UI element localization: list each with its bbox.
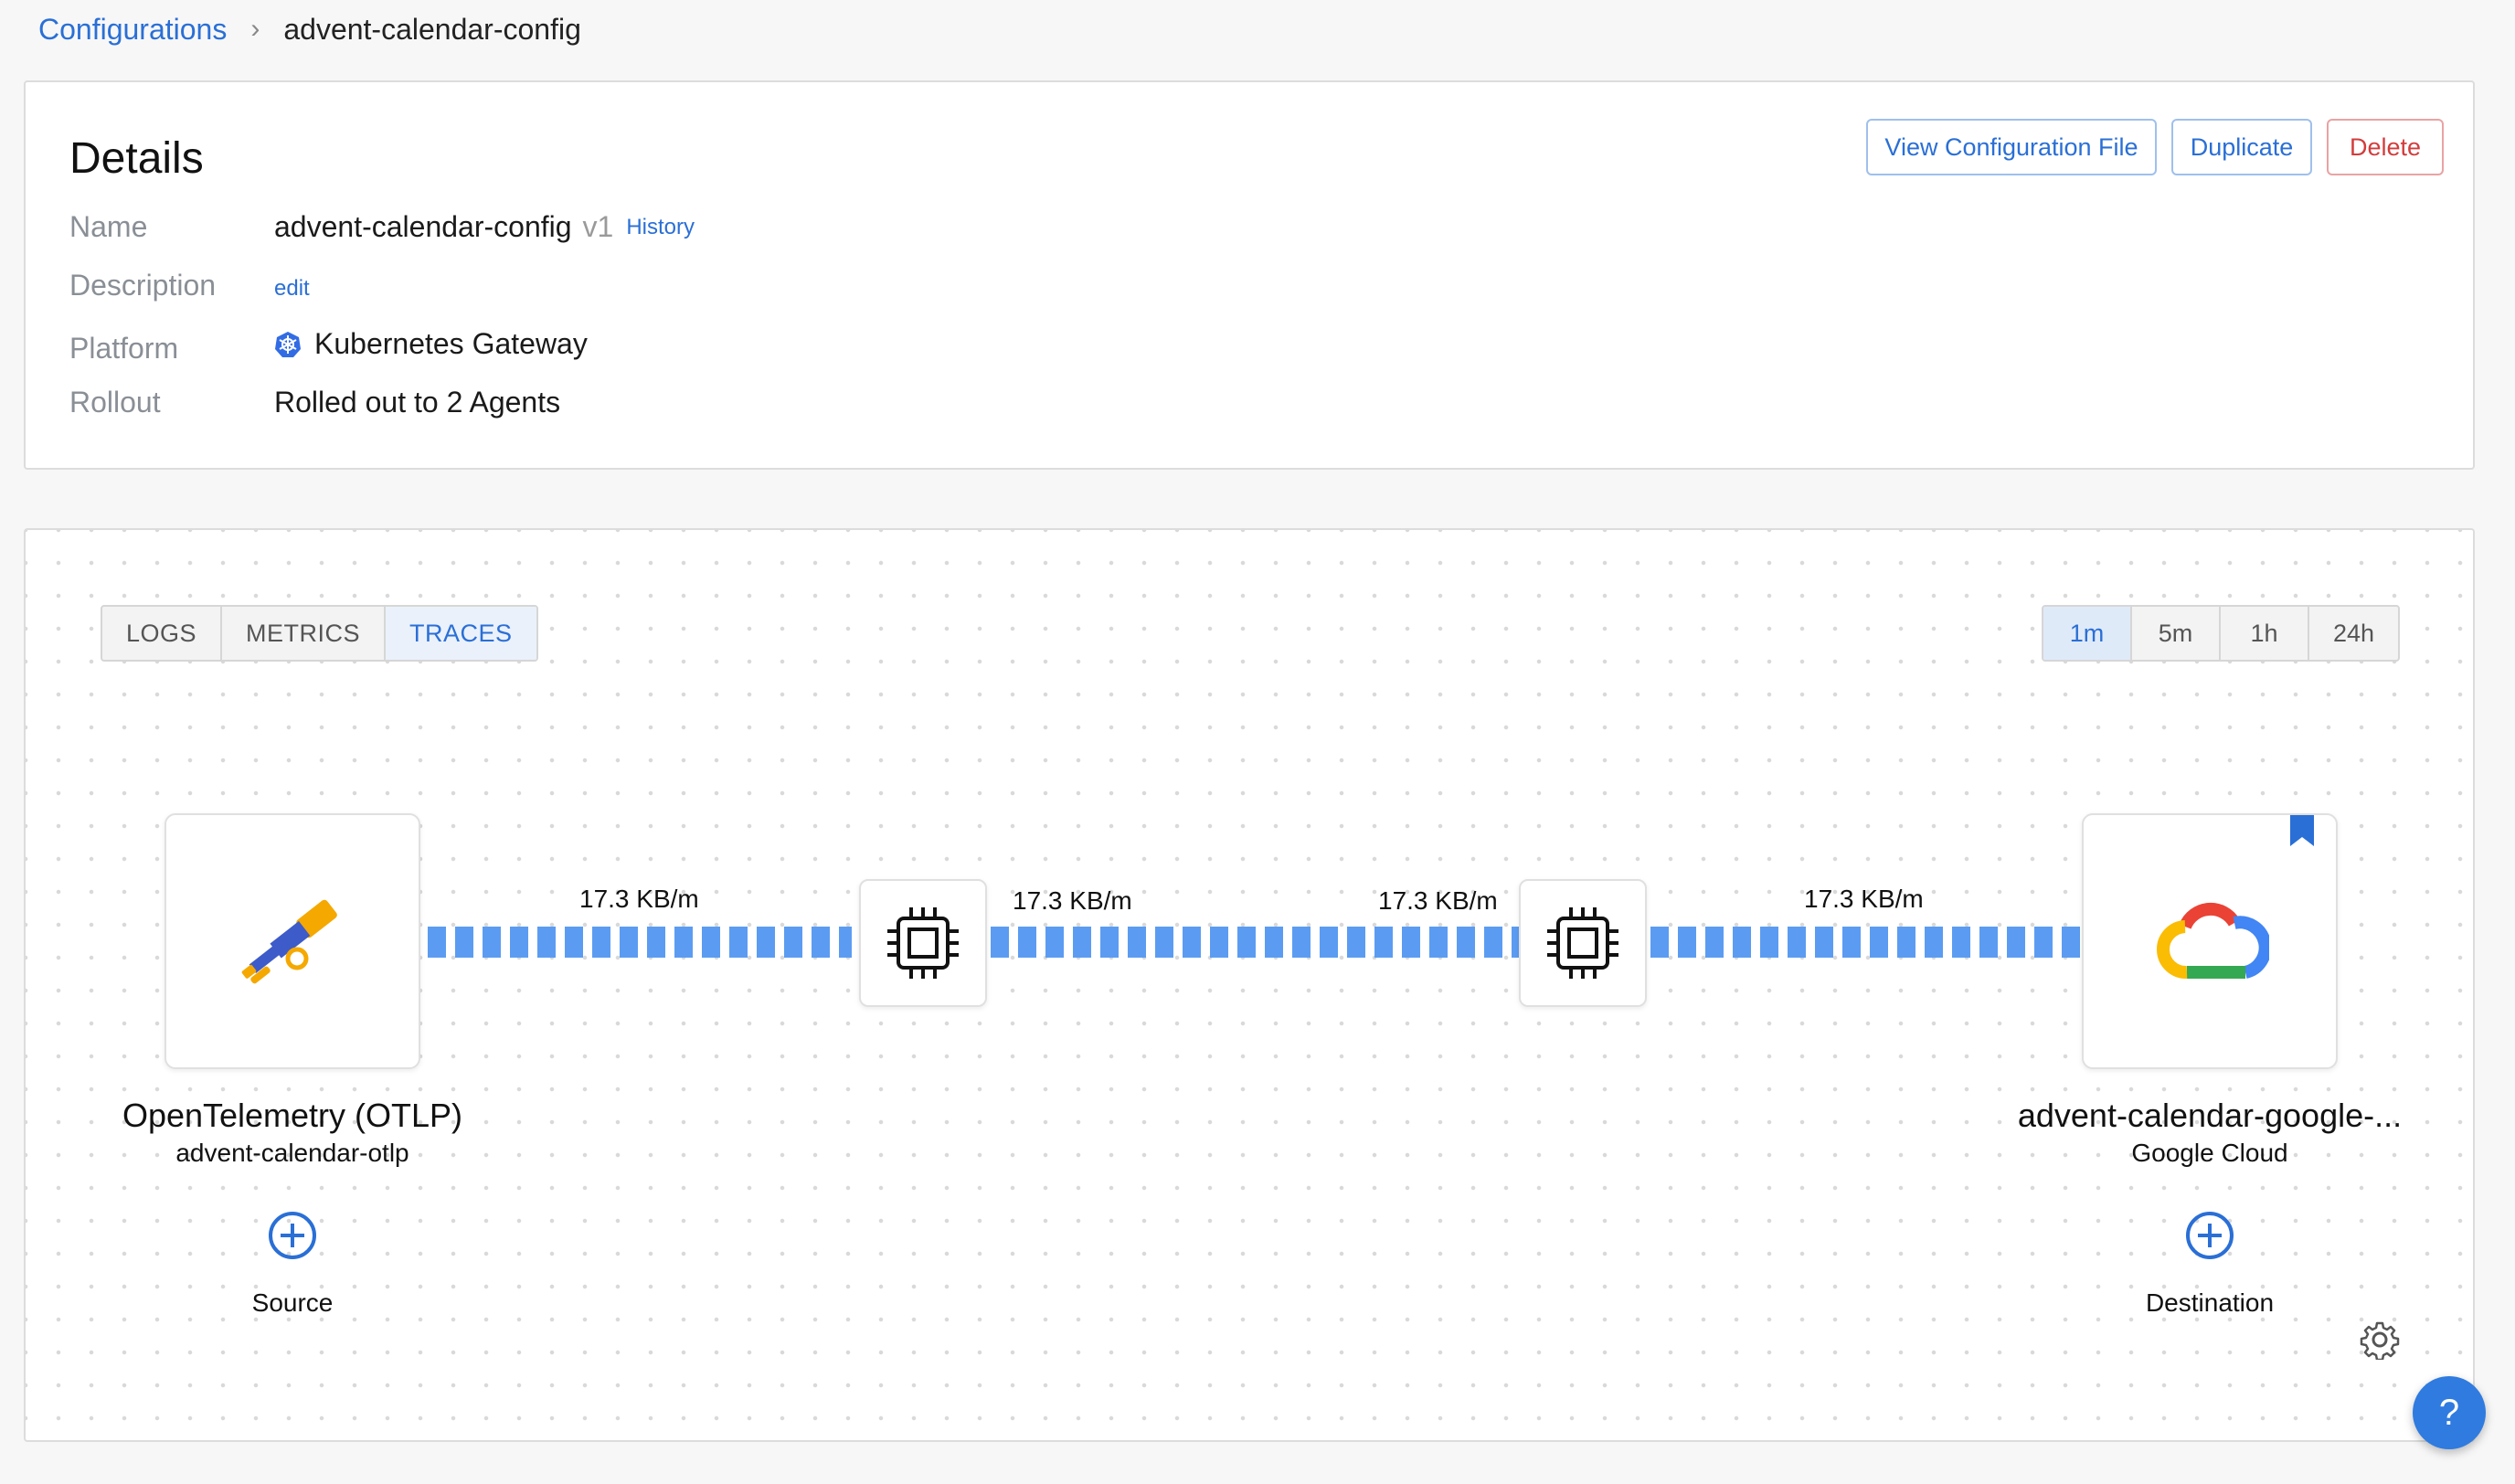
- add-destination-button[interactable]: [2186, 1212, 2234, 1259]
- add-source-button[interactable]: [269, 1212, 316, 1259]
- destination-title: advent-calendar-google-...: [2017, 1097, 2403, 1134]
- detail-row-name: Name advent-calendar-config v1 History: [69, 210, 695, 244]
- details-title: Details: [69, 134, 204, 183]
- bookmark-icon: [2290, 815, 2314, 846]
- edge-processor-to-processor: [991, 927, 1535, 958]
- pipeline-graph-card: LOGS METRICS TRACES 1m 5m 1h 24h 17.3 KB…: [24, 528, 2475, 1442]
- breadcrumb-configurations-link[interactable]: Configurations: [38, 13, 227, 47]
- view-configuration-file-button[interactable]: View Configuration File: [1866, 119, 2157, 175]
- gear-icon[interactable]: [2360, 1320, 2400, 1360]
- description-edit-link[interactable]: edit: [274, 276, 310, 302]
- kubernetes-icon: [275, 331, 301, 357]
- add-destination-label: Destination: [2145, 1288, 2275, 1317]
- duplicate-button[interactable]: Duplicate: [2171, 119, 2312, 175]
- name-label: Name: [69, 210, 148, 243]
- processor-node[interactable]: [1519, 879, 1647, 1007]
- description-label: Description: [69, 269, 217, 302]
- platform-value-group: Kubernetes Gateway: [274, 327, 588, 361]
- help-button[interactable]: ?: [2413, 1376, 2486, 1449]
- breadcrumb: Configurations › advent-calendar-config: [38, 9, 581, 49]
- chevron-right-icon: ›: [250, 14, 260, 44]
- edge-source-to-processor: [428, 927, 852, 958]
- google-cloud-icon: [2157, 902, 2269, 979]
- period-toggle: 1m 5m 1h 24h: [2042, 605, 2400, 662]
- detail-row-description: Description edit: [69, 269, 310, 302]
- processor-node[interactable]: [859, 879, 987, 1007]
- source-node[interactable]: [164, 813, 420, 1069]
- rollout-label: Rollout: [69, 386, 161, 419]
- name-value-group: advent-calendar-config v1 History: [274, 210, 695, 244]
- tab-traces[interactable]: TRACES: [386, 607, 536, 660]
- source-title: OpenTelemetry (OTLP): [122, 1097, 463, 1134]
- edge-processor-to-destination: [1650, 927, 2104, 958]
- platform-label: Platform: [69, 331, 179, 365]
- tab-metrics[interactable]: METRICS: [222, 607, 387, 660]
- platform-value: Kubernetes Gateway: [314, 327, 588, 360]
- description-value-group: edit: [274, 276, 310, 302]
- telescope-icon: [241, 899, 337, 984]
- add-source-label: Source: [251, 1288, 334, 1317]
- detail-row-platform: Platform Kubernetes Gateway: [69, 327, 588, 366]
- history-link[interactable]: History: [626, 215, 695, 240]
- delete-button[interactable]: Delete: [2327, 119, 2444, 175]
- source-name: advent-calendar-otlp: [175, 1139, 409, 1167]
- period-1m[interactable]: 1m: [2043, 607, 2132, 660]
- processor-chip-icon: [1547, 907, 1618, 979]
- detail-row-rollout: Rollout Rolled out to 2 Agents: [69, 386, 560, 419]
- throughput-label: 17.3 KB/m: [1378, 886, 1498, 915]
- processor-chip-icon: [887, 907, 959, 979]
- details-card: Details View Configuration File Duplicat…: [24, 80, 2475, 470]
- destination-node[interactable]: [2082, 813, 2338, 1069]
- period-5m[interactable]: 5m: [2132, 607, 2221, 660]
- config-name: advent-calendar-config: [274, 210, 572, 243]
- period-24h[interactable]: 24h: [2309, 607, 2398, 660]
- throughput-label: 17.3 KB/m: [1013, 886, 1132, 915]
- tab-logs[interactable]: LOGS: [102, 607, 223, 660]
- throughput-label: 17.3 KB/m: [1804, 885, 1924, 913]
- destination-name: Google Cloud: [2131, 1139, 2288, 1167]
- breadcrumb-current: advent-calendar-config: [283, 12, 581, 46]
- version-badge: v1: [582, 210, 614, 243]
- period-1h[interactable]: 1h: [2221, 607, 2309, 660]
- rollout-value: Rolled out to 2 Agents: [274, 386, 561, 419]
- throughput-label: 17.3 KB/m: [579, 885, 699, 913]
- telemetry-type-tabs: LOGS METRICS TRACES: [101, 605, 538, 662]
